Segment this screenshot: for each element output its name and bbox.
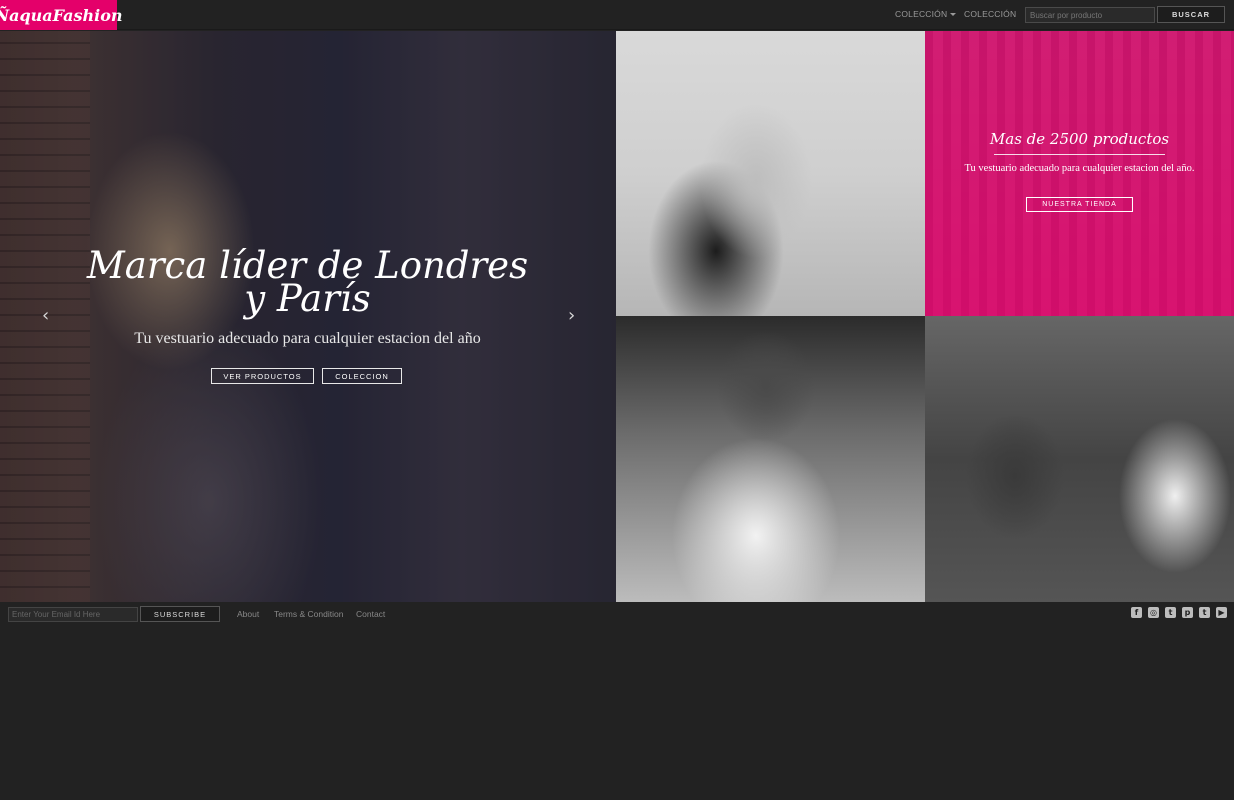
fashion-photo-couple-camera[interactable] xyxy=(925,316,1234,602)
logo-text: ÑaquaFashion xyxy=(0,5,123,25)
footer-link-about[interactable]: About xyxy=(237,609,259,619)
brand-logo[interactable]: ÑaquaFashion xyxy=(0,0,123,30)
footer-link-contact[interactable]: Contact xyxy=(356,609,385,619)
hero-carousel: Marca líder de Londres y París Tu vestua… xyxy=(0,31,616,602)
coleccion-button[interactable]: COLECCION xyxy=(322,368,402,384)
pinterest-icon[interactable]: p xyxy=(1182,607,1193,618)
fashion-photo-young-man[interactable] xyxy=(616,316,925,602)
nav-coleccion-link[interactable]: COLECCIÓN xyxy=(964,9,1016,19)
ver-productos-button[interactable]: VER PRODUCTOS xyxy=(211,368,314,384)
promo-title: Mas de 2500 productos xyxy=(989,130,1170,148)
hero-title: Marca líder de Londres y París xyxy=(86,244,529,320)
instagram-icon[interactable]: ◎ xyxy=(1148,607,1159,618)
top-navbar: ÑaquaFashion COLECCIÓN COLECCIÓN BUSCAR xyxy=(0,0,1234,30)
twitter-icon[interactable]: t xyxy=(1165,607,1176,618)
nav-coleccion-dropdown[interactable]: COLECCIÓN xyxy=(895,9,957,19)
youtube-icon[interactable]: ▶ xyxy=(1216,607,1227,618)
caret-down-icon xyxy=(950,13,957,17)
promo-divider xyxy=(994,154,1165,155)
footer-bar: SUBSCRIBE About Terms & Condition Contac… xyxy=(0,602,1234,624)
chevron-right-icon[interactable]: › xyxy=(568,305,575,326)
facebook-icon[interactable]: f xyxy=(1131,607,1142,618)
chevron-left-icon[interactable]: ‹ xyxy=(42,305,49,326)
tumblr-icon[interactable]: t xyxy=(1199,607,1210,618)
subscribe-button[interactable]: SUBSCRIBE xyxy=(140,606,220,622)
nav-coleccion-dropdown-label: COLECCIÓN xyxy=(895,9,948,19)
promo-subtitle: Tu vestuario adecuado para cualquier est… xyxy=(964,163,1195,174)
nuestra-tienda-button[interactable]: NUESTRA TIENDA xyxy=(1026,197,1133,212)
fashion-photo-woman-hat[interactable] xyxy=(616,31,925,316)
promo-tile: Mas de 2500 productos Tu vestuario adecu… xyxy=(925,31,1234,316)
hero-subtitle: Tu vestuario adecuado para cualquier est… xyxy=(134,330,481,347)
email-field[interactable] xyxy=(8,607,138,622)
search-button[interactable]: BUSCAR xyxy=(1157,6,1225,23)
search-input[interactable] xyxy=(1025,7,1155,23)
footer-link-terms[interactable]: Terms & Condition xyxy=(274,609,343,619)
